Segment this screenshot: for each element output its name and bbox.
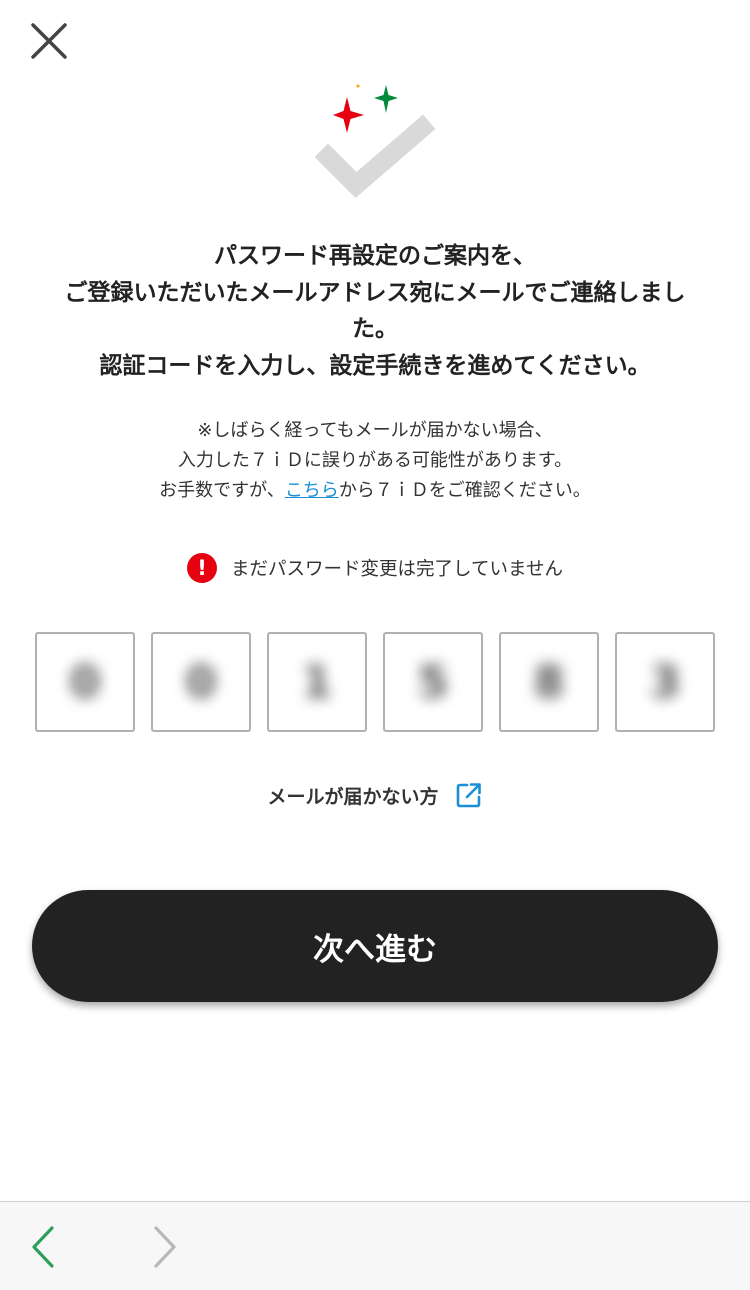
notice-line-text: から７ｉＤをご確認ください。 — [338, 480, 591, 501]
external-link-icon — [456, 783, 481, 808]
verification-code-input: 0 0 1 5 8 3 — [35, 632, 715, 732]
code-digit-box-5[interactable]: 8 — [499, 632, 599, 732]
browser-toolbar — [0, 1201, 750, 1290]
chevron-left-icon — [32, 1226, 54, 1268]
checkmark-sparkle-icon — [314, 84, 436, 198]
warning-message: ! まだパスワード変更は完了していません — [0, 552, 750, 584]
notice-line-text: お手数ですが、 — [159, 480, 285, 501]
notice-text: ※しばらく経ってもメールが届かない場合、 入力した７ｉＤに誤りがある可能性があり… — [40, 416, 710, 506]
code-digit: 1 — [301, 656, 333, 708]
notice-line: お手数ですが、こちらから７ｉＤをご確認ください。 — [40, 476, 710, 506]
warning-text: まだパスワード変更は完了していません — [231, 559, 563, 580]
code-digit-box-2[interactable]: 0 — [151, 632, 251, 732]
message-line: 認証コードを入力し、設定手続きを進めてください。 — [99, 352, 651, 379]
close-button[interactable] — [26, 18, 72, 64]
notice-line: 入力した７ｉＤに誤りがある可能性があります。 — [177, 450, 573, 471]
message-line: た。 — [352, 316, 398, 342]
help-link-label: メールが届かない方 — [267, 785, 439, 808]
code-digit-box-6[interactable]: 3 — [615, 632, 715, 732]
code-digit: 8 — [533, 656, 565, 708]
message-line: パスワード再設定のご案内を、 — [214, 243, 536, 269]
code-digit-box-1[interactable]: 0 — [35, 632, 135, 732]
notice-line: ※しばらく経ってもメールが届かない場合、 — [197, 420, 553, 441]
success-illustration — [310, 80, 440, 215]
code-digit-box-4[interactable]: 5 — [383, 632, 483, 732]
check-id-link[interactable]: こちら — [285, 480, 339, 501]
chevron-right-icon — [154, 1226, 176, 1268]
code-digit: 0 — [185, 656, 217, 708]
warning-icon: ! — [187, 553, 218, 583]
instruction-message: パスワード再設定のご案内を、 ご登録いただいたメールアドレス宛にメールでご連絡し… — [40, 238, 710, 384]
next-button[interactable]: 次へ進む — [32, 890, 718, 1002]
code-digit: 3 — [649, 656, 681, 708]
code-digit-box-3[interactable]: 1 — [267, 632, 367, 732]
close-icon — [31, 23, 67, 59]
code-digit: 0 — [69, 656, 101, 708]
back-button[interactable] — [22, 1222, 66, 1272]
code-digit: 5 — [417, 656, 449, 708]
mail-not-received-link[interactable]: メールが届かない方 — [0, 778, 750, 812]
message-line: ご登録いただいたメールアドレス宛にメールでご連絡しまし — [64, 279, 686, 306]
forward-button[interactable] — [142, 1222, 186, 1272]
